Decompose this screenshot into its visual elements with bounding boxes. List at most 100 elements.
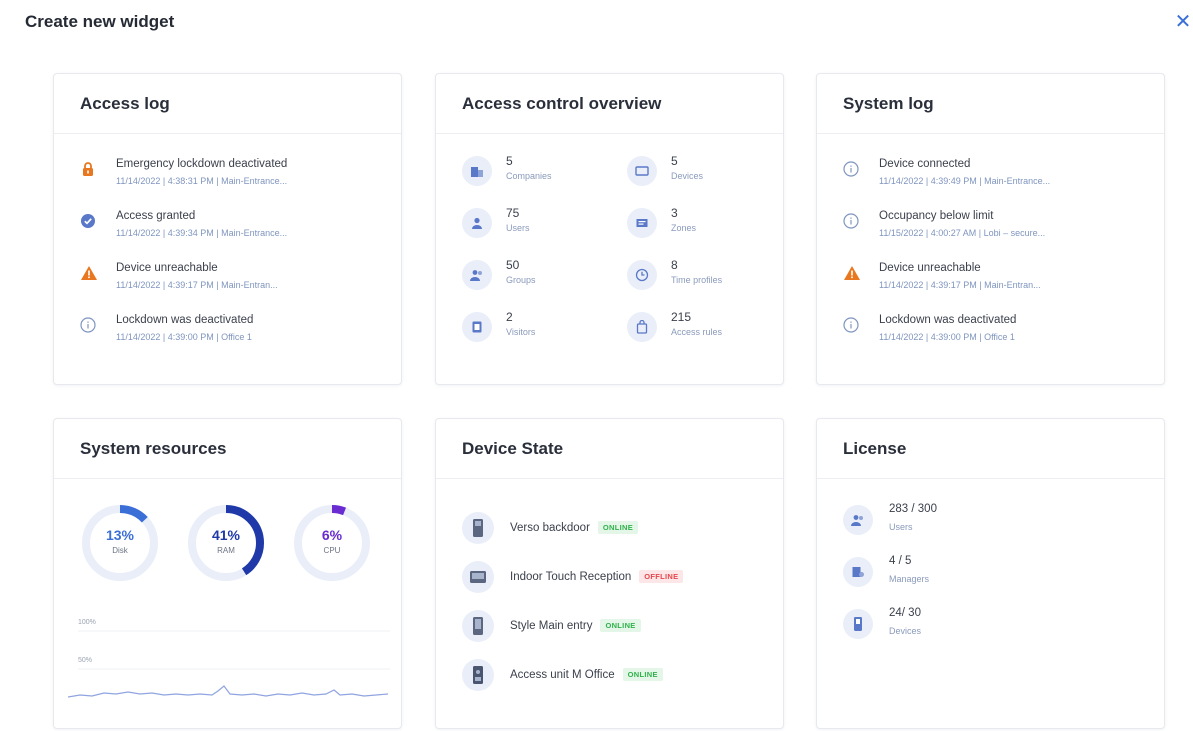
widget-system-resources[interactable]: System resources 13% Disk 41% RAM 6% CPU… bbox=[53, 418, 402, 729]
zone-icon bbox=[627, 208, 657, 238]
log-list: Device connected 11/14/2022 | 4:39:49 PM… bbox=[817, 134, 1164, 364]
log-meta: 11/14/2022 | 4:38:31 PM | Main-Entrance.… bbox=[116, 176, 288, 186]
list-item: Access granted 11/14/2022 | 4:39:34 PM |… bbox=[80, 208, 401, 260]
warning-icon bbox=[80, 260, 116, 312]
info-icon bbox=[843, 208, 879, 260]
gauge-label: CPU bbox=[323, 546, 341, 555]
list-item: Emergency lockdown deactivated 11/14/202… bbox=[80, 156, 401, 208]
list-item: Access unit M Office ONLINE bbox=[462, 650, 783, 699]
card-header: Access control overview bbox=[436, 74, 783, 134]
overview-grid: 5 Companies 5 Devices 75 Users 3 Zones 50 Gro… bbox=[436, 134, 783, 350]
log-list: Emergency lockdown deactivated 11/14/202… bbox=[54, 134, 401, 364]
overview-value: 5 bbox=[671, 154, 678, 168]
overview-value: 75 bbox=[506, 206, 520, 220]
access-unit-icon bbox=[462, 658, 494, 691]
log-meta: 11/14/2022 | 4:39:00 PM | Office 1 bbox=[879, 332, 1015, 342]
overview-value: 3 bbox=[671, 206, 678, 220]
widget-access-overview[interactable]: Access control overview 5 Companies 5 Devi… bbox=[435, 73, 784, 385]
overview-item-visitors: 2 Visitors bbox=[462, 310, 627, 350]
card-header: License bbox=[817, 419, 1164, 479]
gauge-value: 6% bbox=[321, 527, 343, 543]
status-badge: ONLINE bbox=[622, 668, 663, 681]
building-icon bbox=[462, 156, 492, 186]
card-header: Device State bbox=[436, 419, 783, 479]
check-circle-icon bbox=[80, 208, 116, 260]
device-name: Verso backdoor bbox=[510, 521, 590, 534]
gauge-value: 13% bbox=[105, 527, 135, 543]
list-item: Lockdown was deactivated 11/14/2022 | 4:… bbox=[843, 312, 1164, 364]
graph-label-top: 100% bbox=[78, 619, 96, 626]
overview-item-devices: 5 Devices bbox=[627, 154, 792, 194]
log-title: Device unreachable bbox=[116, 262, 218, 274]
group-icon bbox=[462, 260, 492, 290]
status-badge: OFFLINE bbox=[639, 570, 684, 583]
card-title: System resources bbox=[80, 439, 227, 458]
license-value: 4 / 5 bbox=[889, 555, 912, 567]
license-value: 24/ 30 bbox=[889, 607, 921, 619]
gauge-label: RAM bbox=[217, 546, 235, 555]
graph-label-mid: 50% bbox=[78, 657, 93, 664]
overview-label: Visitors bbox=[506, 327, 536, 337]
list-item: Occupancy below limit 11/15/2022 | 4:00:… bbox=[843, 208, 1164, 260]
overview-item-time-profiles: 8 Time profiles bbox=[627, 258, 792, 298]
log-title: Lockdown was deactivated bbox=[879, 314, 1017, 326]
list-item: 4 / 5 Managers bbox=[843, 553, 1164, 605]
overview-item-zones: 3 Zones bbox=[627, 206, 792, 246]
log-title: Access granted bbox=[116, 210, 196, 222]
overview-item-access-rules: 215 Access rules bbox=[627, 310, 792, 350]
card-title: License bbox=[843, 439, 907, 458]
license-list: 283 / 300 Users 4 / 5 Managers 24/ 30 Devic… bbox=[817, 479, 1164, 657]
users-icon bbox=[843, 505, 873, 535]
dialog-title: Create new widget bbox=[25, 12, 175, 31]
list-item: Device unreachable 11/14/2022 | 4:39:17 … bbox=[843, 260, 1164, 312]
license-label: Devices bbox=[889, 626, 922, 636]
overview-value: 215 bbox=[671, 310, 692, 324]
visitor-icon bbox=[462, 312, 492, 342]
clock-icon bbox=[627, 260, 657, 290]
warning-icon bbox=[843, 260, 879, 312]
widget-access-log[interactable]: Access log Emergency lockdown deactivate… bbox=[53, 73, 402, 385]
log-meta: 11/14/2022 | 4:39:00 PM | Office 1 bbox=[116, 332, 252, 342]
device-icon bbox=[627, 156, 657, 186]
info-icon bbox=[80, 312, 116, 364]
overview-label: Users bbox=[506, 223, 530, 233]
list-item: 283 / 300 Users bbox=[843, 501, 1164, 553]
log-title: Occupancy below limit bbox=[879, 210, 994, 222]
usage-graph: 100% 50% bbox=[67, 615, 390, 715]
manager-icon bbox=[843, 557, 873, 587]
log-meta: 11/14/2022 | 4:39:49 PM | Main-Entrance.… bbox=[879, 176, 1051, 186]
intercom-icon bbox=[462, 511, 494, 544]
device-license-icon bbox=[843, 609, 873, 639]
list-item: Lockdown was deactivated 11/14/2022 | 4:… bbox=[80, 312, 401, 364]
overview-label: Time profiles bbox=[671, 275, 723, 285]
intercom-icon bbox=[462, 609, 494, 642]
log-meta: 11/14/2022 | 4:39:17 PM | Main-Entran... bbox=[879, 280, 1041, 290]
device-name: Access unit M Office bbox=[510, 668, 615, 681]
widget-license[interactable]: License 283 / 300 Users 4 / 5 Managers 24/… bbox=[816, 418, 1165, 729]
close-icon[interactable]: ✕ bbox=[1172, 10, 1193, 34]
device-name: Style Main entry bbox=[510, 619, 593, 632]
card-header: Access log bbox=[54, 74, 401, 134]
widget-device-state[interactable]: Device State Verso backdoor ONLINE Indoo… bbox=[435, 418, 784, 729]
license-label: Managers bbox=[889, 574, 930, 584]
log-meta: 11/15/2022 | 4:00:27 AM | Lobi – secure.… bbox=[879, 228, 1046, 238]
overview-label: Zones bbox=[671, 223, 697, 233]
list-item: 24/ 30 Devices bbox=[843, 605, 1164, 657]
widget-system-log[interactable]: System log Device connected 11/14/2022 |… bbox=[816, 73, 1165, 385]
dialog-header: Create new widget ✕ bbox=[0, 0, 1193, 50]
card-title: Access log bbox=[80, 94, 170, 113]
info-icon bbox=[843, 312, 879, 364]
status-badge: ONLINE bbox=[600, 619, 641, 632]
log-title: Emergency lockdown deactivated bbox=[116, 158, 288, 170]
status-badge: ONLINE bbox=[597, 521, 639, 534]
list-item: Style Main entry ONLINE bbox=[462, 601, 783, 650]
overview-value: 2 bbox=[506, 310, 513, 324]
log-title: Device connected bbox=[879, 158, 971, 170]
overview-value: 50 bbox=[506, 258, 520, 272]
card-header: System resources bbox=[54, 419, 401, 479]
gauge-cpu: 6% CPU bbox=[292, 503, 372, 583]
card-title: Access control overview bbox=[462, 94, 662, 113]
log-title: Lockdown was deactivated bbox=[116, 314, 254, 326]
log-meta: 11/14/2022 | 4:39:34 PM | Main-Entrance.… bbox=[116, 228, 288, 238]
license-value: 283 / 300 bbox=[889, 503, 937, 515]
